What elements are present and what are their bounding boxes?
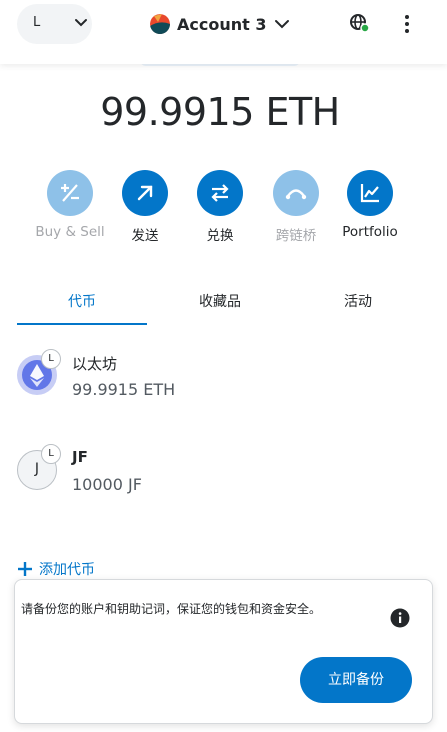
add-token-label: 添加代币: [39, 562, 95, 578]
bridge-label: 跨链桥: [275, 228, 317, 244]
swap-arrows-icon: [197, 170, 243, 216]
send-arrow-icon: [122, 170, 168, 216]
portfolio-button[interactable]: Portfolio: [330, 170, 410, 240]
plus-icon: [18, 562, 32, 576]
network-badge: L: [41, 444, 61, 464]
network-badge: L: [41, 349, 61, 369]
total-balance: 99.9915 ETH: [100, 90, 340, 134]
token-balance: 10000 JF: [72, 475, 142, 494]
chart-icon: [347, 170, 393, 216]
backup-reminder-text: 请备份您的账户和钥助记词，保证您的钱包和资金安全。: [21, 602, 322, 616]
network-selector[interactable]: L: [17, 4, 92, 44]
bridge-icon: [273, 170, 319, 216]
swap-button[interactable]: 兑换: [180, 170, 260, 244]
info-icon[interactable]: [390, 608, 410, 628]
more-options-icon[interactable]: [400, 13, 414, 35]
send-label: 发送: [131, 228, 159, 244]
tab-activity[interactable]: 活动: [293, 283, 423, 325]
tab-collectibles[interactable]: 收藏品: [155, 283, 285, 325]
backup-reminder-banner: 请备份您的账户和钥助记词，保证您的钱包和资金安全。 立即备份: [14, 579, 433, 724]
buy-sell-icon: [47, 170, 93, 216]
token-row[interactable]: J L JF 10000 JF: [17, 444, 430, 514]
token-name: 以太坊: [72, 355, 118, 373]
bridge-button[interactable]: 跨链桥: [256, 170, 336, 244]
portfolio-label: Portfolio: [342, 224, 398, 240]
token-row[interactable]: L 以太坊 99.9915 ETH: [17, 349, 430, 419]
token-balance: 99.9915 ETH: [72, 380, 176, 399]
account-selector[interactable]: Account 3: [150, 8, 290, 40]
network-letter: L: [33, 15, 41, 30]
connected-sites-icon[interactable]: [348, 12, 370, 34]
buy-sell-label: Buy & Sell: [35, 224, 105, 240]
swap-label: 兑换: [206, 228, 234, 244]
tab-tokens[interactable]: 代币: [17, 283, 147, 325]
send-button[interactable]: 发送: [105, 170, 185, 244]
account-name: Account 3: [177, 14, 267, 34]
token-name: JF: [72, 448, 88, 466]
chevron-down-icon: [275, 20, 290, 29]
asset-tabs: 代币 收藏品 活动: [17, 283, 430, 325]
app-header: L Account 3: [0, 0, 447, 64]
backup-now-button[interactable]: 立即备份: [300, 657, 412, 703]
buy-sell-button[interactable]: Buy & Sell: [30, 170, 110, 240]
account-avatar: [150, 14, 170, 34]
chevron-down-icon: [75, 19, 87, 27]
wallet-actions: Buy & Sell 发送 兑换 跨链桥 Portfolio: [0, 170, 447, 250]
add-token-link[interactable]: 添加代币: [17, 558, 95, 580]
